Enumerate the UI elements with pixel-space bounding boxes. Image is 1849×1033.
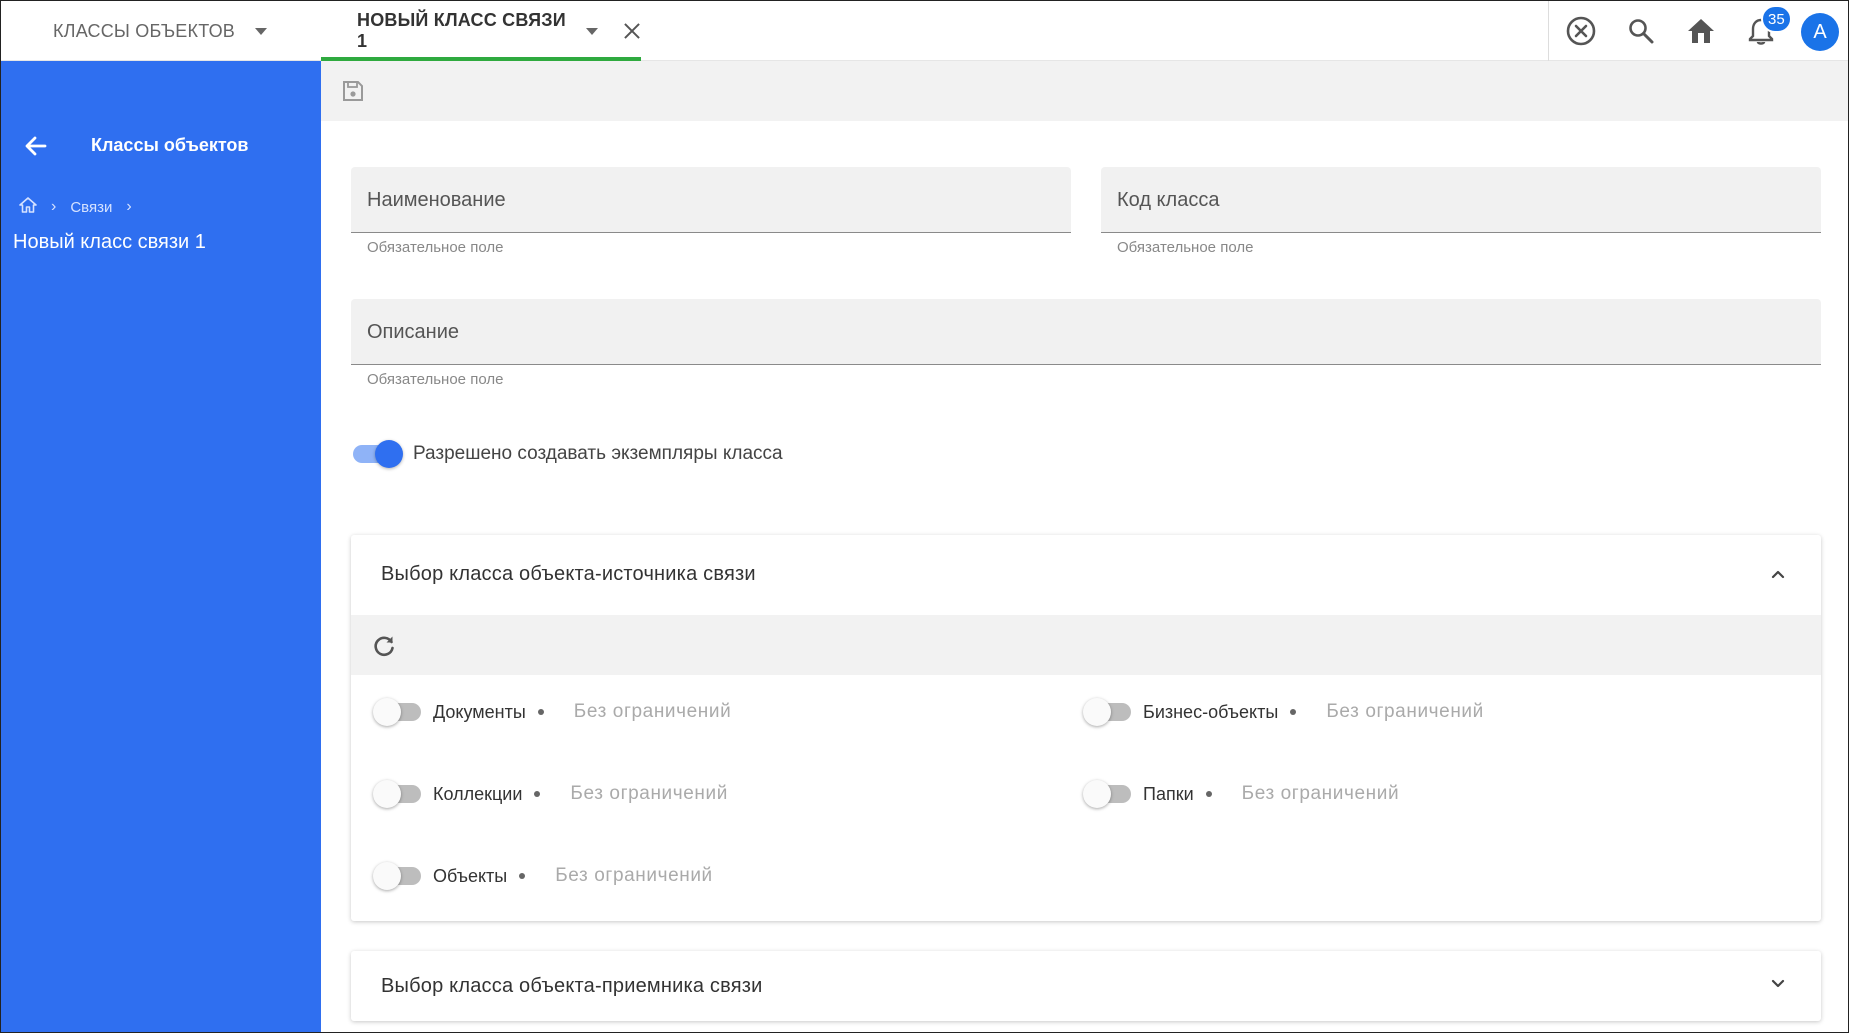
allow-instances-label: Разрешено создавать экземпляры класса: [413, 443, 783, 464]
back-link[interactable]: Классы объектов: [23, 133, 248, 159]
chevron-right-icon: ›: [126, 198, 132, 215]
notifications-badge: 35: [1761, 5, 1792, 33]
breadcrumb-item-links[interactable]: Связи: [70, 199, 112, 216]
chevron-down-icon[interactable]: [1771, 977, 1785, 991]
save-icon[interactable]: [341, 79, 365, 103]
name-field-hint: Обязательное поле: [367, 239, 504, 256]
name-field-label: Наименование: [367, 189, 506, 211]
option-name: Коллекции: [433, 783, 523, 804]
main-content: Наименование Обязательное поле Код класс…: [321, 61, 1848, 1032]
chevron-down-icon[interactable]: [255, 27, 267, 35]
option-folders: Папки Без ограничений: [1083, 780, 1400, 808]
allow-instances-toggle[interactable]: [353, 440, 403, 468]
documents-toggle[interactable]: [373, 698, 421, 726]
collections-toggle[interactable]: [373, 780, 421, 808]
description-field-label: Описание: [367, 321, 460, 343]
bullet-dot: [534, 791, 541, 797]
bullet-dot: [1290, 709, 1297, 715]
option-objects: Объекты Без ограничений: [373, 862, 713, 890]
sidebar: Классы объектов › Связи › Новый класс св…: [1, 61, 321, 1032]
description-field[interactable]: Описание: [351, 299, 1821, 365]
target-class-panel-header[interactable]: Выбор класса объекта-приемника связи: [351, 951, 1821, 1021]
bullet-dot: [537, 709, 544, 715]
source-class-panel: Выбор класса объекта-источника связи Док…: [351, 535, 1821, 921]
chevron-up-icon[interactable]: [1771, 567, 1785, 581]
cancel-circle-icon[interactable]: [1565, 15, 1597, 47]
top-bar: КЛАССЫ ОБЪЕКТОВ НОВЫЙ КЛАСС СВЯЗИ 1 35 А: [1, 1, 1848, 61]
source-class-panel-title: Выбор класса объекта-источника связи: [381, 563, 756, 585]
page-title: Новый класс связи 1: [13, 231, 206, 253]
allow-instances-toggle-row: Разрешено создавать экземпляры класса: [353, 440, 783, 468]
class-code-field[interactable]: Код класса: [1101, 167, 1821, 233]
option-name: Документы: [433, 701, 526, 722]
option-collections: Коллекции Без ограничений: [373, 780, 728, 808]
home-icon[interactable]: [19, 197, 37, 217]
toolbar: [321, 61, 1848, 121]
business-objects-toggle[interactable]: [1083, 698, 1131, 726]
tab-object-classes[interactable]: КЛАССЫ ОБЪЕКТОВ: [53, 1, 267, 61]
name-field[interactable]: Наименование: [351, 167, 1071, 233]
chevron-down-icon[interactable]: [586, 27, 599, 35]
option-name: Объекты: [433, 865, 508, 886]
home-icon[interactable]: [1685, 15, 1717, 47]
objects-toggle[interactable]: [373, 862, 421, 890]
class-code-field-label: Код класса: [1117, 189, 1220, 211]
option-value: Без ограничений: [1326, 701, 1484, 722]
folders-toggle[interactable]: [1083, 780, 1131, 808]
target-class-panel: Выбор класса объекта-приемника связи: [351, 951, 1821, 1021]
option-business-objects: Бизнес-объекты Без ограничений: [1083, 698, 1484, 726]
option-value: Без ограничений: [555, 865, 713, 886]
top-actions: 35 А: [1548, 1, 1848, 61]
source-class-panel-toolbar: [351, 615, 1821, 675]
option-name: Бизнес-объекты: [1143, 701, 1279, 722]
close-icon[interactable]: [622, 21, 641, 41]
option-value: Без ограничений: [573, 701, 732, 722]
search-icon[interactable]: [1625, 15, 1657, 47]
chevron-right-icon: ›: [51, 198, 57, 215]
breadcrumb: › Связи ›: [19, 197, 146, 217]
tab-label: КЛАССЫ ОБЪЕКТОВ: [53, 20, 235, 41]
target-class-panel-title: Выбор класса объекта-приемника связи: [381, 975, 763, 997]
description-field-hint: Обязательное поле: [367, 371, 504, 388]
avatar[interactable]: А: [1801, 13, 1839, 51]
option-documents: Документы Без ограничений: [373, 698, 732, 726]
source-class-panel-header[interactable]: Выбор класса объекта-источника связи: [351, 535, 1821, 615]
tab-label: НОВЫЙ КЛАСС СВЯЗИ 1: [357, 10, 566, 51]
back-link-label[interactable]: Классы объектов: [91, 135, 248, 156]
tab-new-link-class[interactable]: НОВЫЙ КЛАСС СВЯЗИ 1: [321, 1, 641, 61]
refresh-icon[interactable]: [371, 633, 397, 659]
option-value: Без ограничений: [570, 783, 728, 804]
option-value: Без ограничений: [1241, 783, 1400, 804]
arrow-left-icon[interactable]: [23, 133, 49, 159]
option-name: Папки: [1143, 783, 1194, 804]
bullet-dot: [519, 873, 526, 879]
app-window: КЛАССЫ ОБЪЕКТОВ НОВЫЙ КЛАСС СВЯЗИ 1 35 А: [0, 0, 1849, 1033]
bullet-dot: [1205, 791, 1212, 797]
class-code-field-hint: Обязательное поле: [1117, 239, 1254, 256]
